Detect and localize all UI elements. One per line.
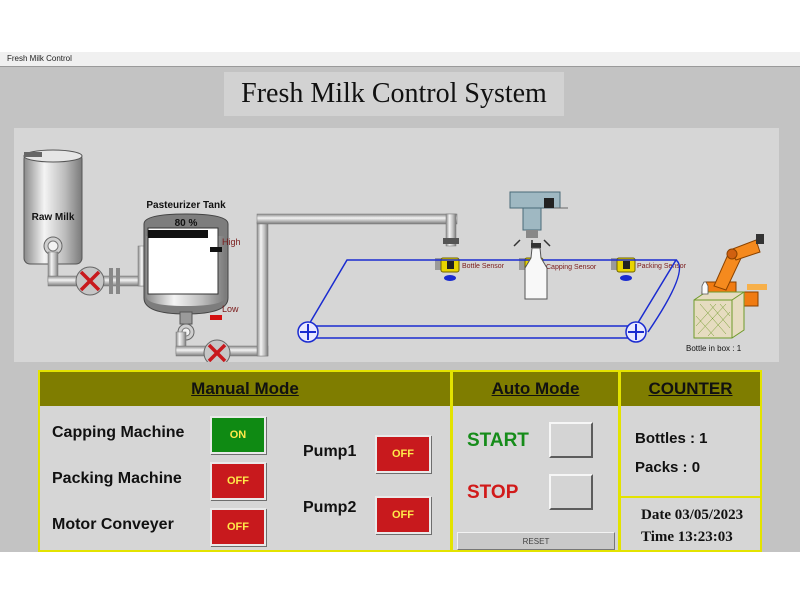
motor-conveyer-label: Motor Conveyer <box>52 516 174 533</box>
auto-mode-panel: Auto Mode START STOP RESET <box>451 370 620 552</box>
packing-machine-toggle-button[interactable]: OFF <box>210 462 266 500</box>
date-readout: Date 03/05/2023 <box>641 507 744 523</box>
bottle-in-box-label: Bottle in box : 1 <box>686 344 742 353</box>
capping-machine <box>509 191 568 247</box>
time-readout: Time 13:23:03 <box>641 529 733 545</box>
counter-panel: COUNTER Bottles : 1 Packs : 0 Date 03/05… <box>619 370 762 552</box>
stop-label: STOP <box>467 482 519 503</box>
high-label: High <box>222 237 241 247</box>
bottle-sensor: Bottle Sensor <box>435 257 505 281</box>
manual-mode-title: Manual Mode <box>191 379 299 398</box>
manual-mode-panel: Manual Mode Capping Machine ON Packing M… <box>38 370 452 552</box>
start-label: START <box>467 430 529 451</box>
auto-mode-header: Auto Mode <box>453 372 618 406</box>
tank-label: Pasteurizer Tank <box>146 200 226 211</box>
pump2-toggle-button[interactable]: OFF <box>375 496 431 534</box>
pump1-valve <box>75 266 105 296</box>
milk-bottle <box>524 243 548 300</box>
packing-box: Bottle in box : 1 <box>686 281 745 353</box>
bottle-sensor-label: Bottle Sensor <box>462 263 505 270</box>
process-diagram: Raw Milk Pasteurizer Tank 80 % High Low … <box>23 149 767 362</box>
packs-count: Packs : 0 <box>635 459 701 476</box>
capping-sensor-label: Capping Sensor <box>546 264 597 271</box>
low-level-sensor <box>210 315 222 320</box>
capping-machine-toggle-button[interactable]: ON <box>210 416 266 454</box>
packing-machine-label: Packing Machine <box>52 470 182 487</box>
process-scene: Raw Milk Pasteurizer Tank 80 % High Low … <box>14 128 779 362</box>
start-button[interactable] <box>549 422 593 458</box>
hmi-window: Fresh Milk Control Fresh Milk Control Sy… <box>0 52 800 552</box>
capping-machine-label: Capping Machine <box>52 424 185 441</box>
raw-milk-tank: Raw Milk <box>23 149 83 265</box>
raw-milk-label: Raw Milk <box>32 212 75 223</box>
pump2-label: Pump2 <box>303 499 357 516</box>
manual-mode-header: Manual Mode <box>40 372 450 406</box>
bottles-count: Bottles : 1 <box>635 430 708 447</box>
pump1-toggle-button[interactable]: OFF <box>375 435 431 473</box>
auto-mode-title: Auto Mode <box>491 379 580 398</box>
motor-conveyer-toggle-button[interactable]: OFF <box>210 508 266 546</box>
counter-header: COUNTER <box>621 372 760 406</box>
stop-button[interactable] <box>549 474 593 510</box>
window-titlebar: Fresh Milk Control <box>0 52 800 67</box>
window-title: Fresh Milk Control <box>7 54 72 63</box>
pasteurizer-tank: Pasteurizer Tank 80 % High Low <box>143 200 241 341</box>
high-level-sensor <box>210 247 222 252</box>
low-label: Low <box>222 304 239 314</box>
counter-title: COUNTER <box>648 379 733 398</box>
reset-button[interactable]: RESET <box>457 532 615 550</box>
page-title-box: Fresh Milk Control System <box>224 72 564 116</box>
pump1-label: Pump1 <box>303 443 357 460</box>
pump2-valve <box>203 339 231 362</box>
tank-level-readout: 80 % <box>175 218 198 229</box>
page-title: Fresh Milk Control System <box>241 78 547 109</box>
counter-divider <box>621 496 760 498</box>
